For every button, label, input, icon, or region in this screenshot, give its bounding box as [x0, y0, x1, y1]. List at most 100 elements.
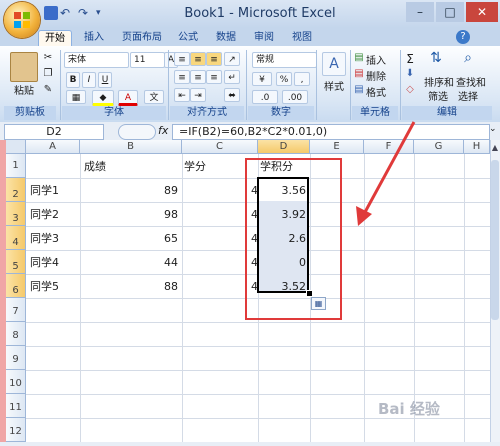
comma-button[interactable]: ,	[294, 72, 310, 86]
name-cell[interactable]: 同学3	[30, 226, 59, 250]
row-header-1[interactable]: 1	[6, 154, 26, 178]
currency-icon[interactable]: ¥	[252, 72, 272, 86]
score-cell[interactable]: 65	[80, 226, 178, 250]
name-cell[interactable]: 同学5	[30, 274, 59, 298]
scrollbar-thumb[interactable]	[491, 160, 499, 320]
row-header-9[interactable]: 9	[6, 346, 26, 370]
row-header-8[interactable]: 8	[6, 322, 26, 346]
column-header-h[interactable]: H	[464, 140, 490, 154]
undo-icon[interactable]: ↶	[60, 6, 74, 20]
tab-page-layout[interactable]: 页面布局	[116, 30, 168, 46]
format-painter-icon[interactable]: ✎	[42, 84, 54, 95]
font-color-icon[interactable]: A	[118, 90, 138, 106]
paste-icon[interactable]	[10, 52, 38, 82]
expand-formula-icon[interactable]: ⌄	[489, 124, 497, 134]
align-right-icon[interactable]: ≡	[206, 70, 222, 84]
row-header-7[interactable]: 7	[6, 298, 26, 322]
header-credit[interactable]: 学分	[184, 154, 206, 178]
name-box[interactable]: D2	[4, 124, 104, 140]
row-header-11[interactable]: 11	[6, 394, 26, 418]
row-header-4[interactable]: 4	[6, 226, 26, 250]
help-icon[interactable]: ?	[456, 30, 470, 44]
format-cells-icon[interactable]: ▤	[354, 84, 364, 95]
format-cells-button[interactable]: 格式	[366, 84, 386, 99]
align-middle-icon[interactable]: ≡	[190, 52, 206, 66]
formula-toggle[interactable]	[118, 124, 156, 140]
font-name-box[interactable]: 宋体	[64, 52, 129, 68]
cut-icon[interactable]: ✂	[42, 52, 54, 63]
orientation-icon[interactable]: ↗	[224, 52, 240, 66]
row-header-10[interactable]: 10	[6, 370, 26, 394]
bold-button[interactable]: B	[66, 72, 80, 88]
sort-filter-label[interactable]: 排序和	[424, 74, 454, 89]
row-header-3[interactable]: 3	[6, 202, 26, 226]
select-all-corner[interactable]	[6, 140, 26, 154]
autosum-icon[interactable]: Σ	[404, 52, 416, 66]
tab-data[interactable]: 数据	[210, 30, 242, 46]
find-select-label[interactable]: 查找和	[456, 74, 486, 89]
align-top-icon[interactable]: ≡	[174, 52, 190, 66]
score-cell[interactable]: 98	[80, 202, 178, 226]
merge-center-icon[interactable]: ⬌	[224, 88, 240, 102]
delete-cells-icon[interactable]: ▤	[354, 68, 364, 79]
column-header-g[interactable]: G	[414, 140, 464, 154]
insert-cells-icon[interactable]: ▤	[354, 52, 364, 63]
decrease-indent-icon[interactable]: ⇤	[174, 88, 190, 102]
header-score[interactable]: 成绩	[84, 154, 106, 178]
font-size-box[interactable]: 11	[130, 52, 165, 68]
find-select-icon[interactable]: ⌕	[460, 50, 476, 66]
tab-formulas[interactable]: 公式	[172, 30, 204, 46]
insert-cells-button[interactable]: 插入	[366, 52, 386, 67]
column-header-a[interactable]: A	[26, 140, 80, 154]
column-header-b[interactable]: B	[80, 140, 182, 154]
name-cell[interactable]: 同学1	[30, 178, 59, 202]
row-header-5[interactable]: 5	[6, 250, 26, 274]
italic-button[interactable]: I	[82, 72, 96, 88]
score-cell[interactable]: 44	[80, 250, 178, 274]
delete-cells-button[interactable]: 删除	[366, 68, 386, 83]
fill-color-icon[interactable]: ◆	[92, 90, 114, 106]
row-header-12[interactable]: 12	[6, 418, 26, 442]
phonetic-icon[interactable]: 文	[144, 90, 164, 104]
increase-decimal-icon[interactable]: .0	[252, 90, 278, 104]
scroll-up-icon[interactable]: ▲	[491, 144, 499, 152]
increase-indent-icon[interactable]: ⇥	[190, 88, 206, 102]
formula-input[interactable]: =IF(B2)=60,B2*C2*0.01,0)	[172, 124, 490, 140]
redo-icon[interactable]: ↷	[78, 6, 92, 20]
underline-button[interactable]: U	[98, 72, 112, 88]
name-cell[interactable]: 同学4	[30, 250, 59, 274]
office-button[interactable]	[4, 2, 40, 38]
number-format-box[interactable]: 常规	[252, 52, 317, 68]
score-cell[interactable]: 88	[80, 274, 178, 298]
score-cell[interactable]: 89	[80, 178, 178, 202]
minimize-button[interactable]: –	[406, 2, 434, 22]
decrease-decimal-icon[interactable]: .00	[282, 90, 308, 104]
fx-icon[interactable]: fx	[158, 124, 168, 137]
tab-insert[interactable]: 插入	[78, 30, 110, 46]
borders-icon[interactable]: ▦	[66, 90, 86, 104]
name-cell[interactable]: 同学2	[30, 202, 59, 226]
save-icon[interactable]	[44, 6, 58, 20]
tab-review[interactable]: 审阅	[248, 30, 280, 46]
align-center-icon[interactable]: ≡	[190, 70, 206, 84]
align-left-icon[interactable]: ≡	[174, 70, 190, 84]
close-button[interactable]: ✕	[466, 2, 498, 22]
align-bottom-icon[interactable]: ≡	[206, 52, 222, 66]
row-header-6[interactable]: 6	[6, 274, 26, 298]
wrap-text-icon[interactable]: ↵	[224, 70, 240, 84]
sort-filter-icon[interactable]: ⇅	[428, 50, 444, 66]
find-select-label-2[interactable]: 选择	[458, 88, 478, 103]
tab-view[interactable]: 视图	[286, 30, 318, 46]
customize-qat-icon[interactable]: ▾	[96, 6, 110, 20]
paste-button-label[interactable]: 粘贴	[10, 82, 38, 97]
copy-icon[interactable]: ❐	[42, 68, 54, 79]
percent-button[interactable]: %	[276, 72, 292, 86]
tab-home[interactable]: 开始	[38, 30, 72, 47]
styles-button-label[interactable]: 样式	[320, 78, 348, 93]
row-header-2[interactable]: 2	[6, 178, 26, 202]
column-header-c[interactable]: C	[182, 140, 258, 154]
column-header-d[interactable]: D	[258, 140, 310, 154]
sort-filter-label-2[interactable]: 筛选	[428, 88, 448, 103]
maximize-button[interactable]: □	[436, 2, 464, 22]
styles-icon[interactable]: A	[322, 52, 346, 76]
